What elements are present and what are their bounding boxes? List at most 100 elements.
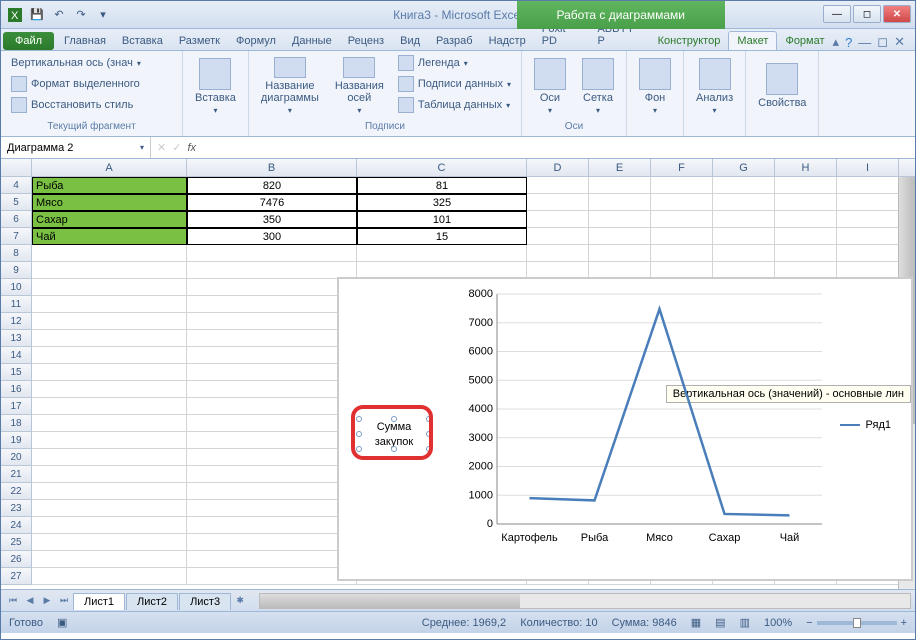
view-normal-icon[interactable]: ▦ (691, 616, 701, 629)
cell[interactable] (651, 194, 713, 211)
tab-file[interactable]: Файл (3, 32, 54, 50)
cell[interactable] (32, 262, 187, 279)
macro-record-icon[interactable]: ▣ (57, 616, 67, 629)
cell[interactable] (187, 245, 357, 262)
row-header[interactable]: 24 (1, 517, 32, 534)
cell[interactable] (651, 228, 713, 245)
column-header[interactable]: E (589, 159, 651, 176)
cell[interactable] (527, 245, 589, 262)
cell[interactable]: Рыба (32, 177, 187, 194)
analysis-button[interactable]: Анализ▾ (690, 53, 739, 119)
cell[interactable] (651, 245, 713, 262)
cell[interactable] (187, 364, 357, 381)
fx-icon[interactable]: fx (187, 142, 196, 154)
tab-addins[interactable]: Надстр (481, 32, 534, 50)
cell[interactable]: 350 (187, 211, 357, 228)
qat-dropdown-icon[interactable]: ▾ (93, 5, 113, 25)
cell[interactable] (187, 568, 357, 585)
excel-icon[interactable]: X (5, 5, 25, 25)
row-header[interactable]: 9 (1, 262, 32, 279)
legend-button[interactable]: Легенда ▾ (394, 53, 515, 73)
row-header[interactable]: 7 (1, 228, 32, 245)
cell[interactable] (32, 381, 187, 398)
properties-button[interactable]: Свойства (752, 53, 812, 119)
cell[interactable]: 300 (187, 228, 357, 245)
cell[interactable] (775, 177, 837, 194)
cell[interactable] (32, 500, 187, 517)
sheet-nav-first[interactable]: ⏮ (5, 593, 21, 609)
sheet-nav-last[interactable]: ⏭ (56, 593, 72, 609)
row-header[interactable]: 13 (1, 330, 32, 347)
row-header[interactable]: 15 (1, 364, 32, 381)
row-header[interactable]: 6 (1, 211, 32, 228)
cell[interactable] (589, 177, 651, 194)
cell[interactable] (187, 415, 357, 432)
cell[interactable] (32, 347, 187, 364)
reset-style-button[interactable]: Восстановить стиль (7, 95, 137, 115)
zoom-out-button[interactable]: − (806, 617, 812, 629)
minimize-button[interactable]: — (823, 5, 851, 23)
cell[interactable] (32, 364, 187, 381)
cell[interactable]: 7476 (187, 194, 357, 211)
row-header[interactable]: 16 (1, 381, 32, 398)
horizontal-scrollbar[interactable] (259, 593, 911, 609)
row-header[interactable]: 4 (1, 177, 32, 194)
cell[interactable] (187, 347, 357, 364)
sheet-nav-next[interactable]: ▶ (39, 593, 55, 609)
cell[interactable] (187, 279, 357, 296)
cell[interactable] (651, 211, 713, 228)
cell[interactable] (527, 211, 589, 228)
data-table-button[interactable]: Таблица данных ▾ (394, 95, 515, 115)
cell[interactable] (32, 466, 187, 483)
row-header[interactable]: 8 (1, 245, 32, 262)
tab-data[interactable]: Данные (284, 32, 340, 50)
tab-chart-layout[interactable]: Макет (728, 31, 777, 50)
row-header[interactable]: 12 (1, 313, 32, 330)
cell[interactable] (187, 534, 357, 551)
chart-legend[interactable]: Ряд1 (840, 419, 891, 431)
cell[interactable] (32, 551, 187, 568)
doc-restore-icon[interactable]: ◻ (877, 34, 888, 50)
chart-element-selector[interactable]: Вертикальная ось (знач ▾ (7, 53, 145, 73)
cell[interactable] (187, 296, 357, 313)
cell[interactable] (32, 330, 187, 347)
zoom-slider[interactable] (817, 621, 897, 625)
cell[interactable] (837, 177, 899, 194)
row-header[interactable]: 18 (1, 415, 32, 432)
cell[interactable] (837, 245, 899, 262)
horizontal-scroll-thumb[interactable] (260, 594, 520, 608)
cell[interactable] (187, 313, 357, 330)
cell[interactable] (32, 483, 187, 500)
row-header[interactable]: 26 (1, 551, 32, 568)
cell[interactable] (187, 398, 357, 415)
cell[interactable] (589, 194, 651, 211)
new-sheet-button[interactable]: ✱ (232, 593, 248, 609)
cell[interactable] (527, 194, 589, 211)
sheet-tab-2[interactable]: Лист2 (126, 593, 178, 610)
cell[interactable] (187, 483, 357, 500)
cell[interactable] (32, 432, 187, 449)
cell[interactable] (32, 279, 187, 296)
cell[interactable] (713, 194, 775, 211)
row-header[interactable]: 10 (1, 279, 32, 296)
tab-review[interactable]: Реценз (340, 32, 392, 50)
column-header[interactable]: C (357, 159, 527, 176)
tab-home[interactable]: Главная (56, 32, 114, 50)
embedded-chart[interactable]: Сумма закупок Вертикальная ось (значений… (337, 277, 913, 581)
cell[interactable] (32, 313, 187, 330)
view-page-break-icon[interactable]: ▥ (740, 616, 750, 629)
cell[interactable] (32, 296, 187, 313)
row-header[interactable]: 11 (1, 296, 32, 313)
column-header[interactable]: A (32, 159, 187, 176)
tab-developer[interactable]: Разраб (428, 32, 481, 50)
view-page-layout-icon[interactable]: ▤ (715, 616, 725, 629)
cell[interactable] (713, 177, 775, 194)
ribbon-minimize-icon[interactable]: ▴ (833, 34, 840, 50)
maximize-button[interactable]: ◻ (853, 5, 881, 23)
formula-input[interactable] (202, 137, 915, 158)
cell[interactable] (589, 211, 651, 228)
save-icon[interactable]: 💾 (27, 5, 47, 25)
tab-chart-design[interactable]: Конструктор (650, 32, 729, 50)
column-header[interactable]: G (713, 159, 775, 176)
cell[interactable]: 101 (357, 211, 527, 228)
